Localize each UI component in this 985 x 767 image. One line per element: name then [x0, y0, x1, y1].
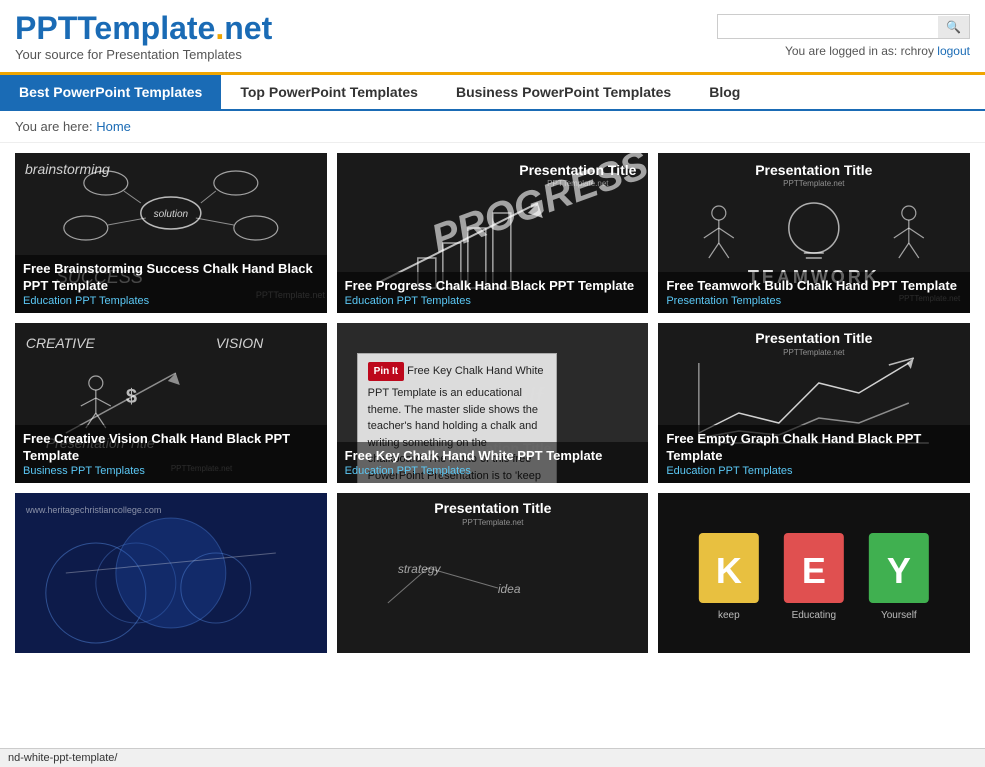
- card-9[interactable]: K E Y keep Educating Yourself: [658, 493, 970, 653]
- card-7[interactable]: www.heritagechristiancollege.com: [15, 493, 327, 653]
- svg-text:Educating: Educating: [792, 610, 836, 621]
- card-3-overlay: Free Teamwork Bulb Chalk Hand PPT Templa…: [658, 272, 970, 313]
- card-2-category: Education PPT Templates: [345, 295, 641, 307]
- card-3[interactable]: Presentation Title PPTTemplate.net: [658, 153, 970, 313]
- logo-text: PPTTemplate.net: [15, 10, 272, 46]
- header-right: 🔍 You are logged in as: rchroy logout: [717, 14, 970, 58]
- card-1-category: Education PPT Templates: [23, 295, 319, 307]
- template-grid: brainstorming solution SUCCESS PPTTempla…: [0, 143, 985, 663]
- svg-text:Presentation Title: Presentation Title: [756, 330, 873, 346]
- card-3-category: Presentation Templates: [666, 295, 962, 307]
- logo-area: PPTTemplate.net Your source for Presenta…: [15, 10, 272, 62]
- logo-dot: .: [215, 10, 224, 46]
- card-4-category: Business PPT Templates: [23, 465, 319, 477]
- svg-text:Yourself: Yourself: [881, 610, 917, 621]
- card-1-title: Free Brainstorming Success Chalk Hand Bl…: [23, 261, 319, 295]
- card-6-title: Free Empty Graph Chalk Hand Black PPT Te…: [666, 431, 962, 465]
- header: PPTTemplate.net Your source for Presenta…: [0, 0, 985, 75]
- nav: Best PowerPoint Templates Top PowerPoint…: [0, 75, 985, 111]
- svg-text:K: K: [716, 550, 742, 591]
- card-2-overlay: Free Progress Chalk Hand Black PPT Templ…: [337, 272, 649, 313]
- breadcrumb-home[interactable]: Home: [96, 119, 131, 134]
- nav-best-ppt[interactable]: Best PowerPoint Templates: [0, 75, 221, 109]
- svg-text:CREATIVE: CREATIVE: [26, 335, 96, 351]
- card-6-overlay: Free Empty Graph Chalk Hand Black PPT Te…: [658, 425, 970, 483]
- card-5-title: Free Key Chalk Hand White PPT Template: [345, 448, 641, 465]
- logo-template: Template: [77, 10, 215, 46]
- card-1-overlay: Free Brainstorming Success Chalk Hand Bl…: [15, 255, 327, 313]
- card-3-title: Free Teamwork Bulb Chalk Hand PPT Templa…: [666, 278, 962, 295]
- svg-text:Presentation Title: Presentation Title: [756, 162, 873, 178]
- login-info: You are logged in as: rchroy logout: [717, 44, 970, 58]
- card-1[interactable]: brainstorming solution SUCCESS PPTTempla…: [15, 153, 327, 313]
- card-2[interactable]: Presentation Title PPTTemplate.net PROGR…: [337, 153, 649, 313]
- card-5-category: Education PPT Templates: [345, 465, 641, 477]
- svg-text:solution: solution: [154, 209, 189, 220]
- card-4-overlay: Free Creative Vision Chalk Hand Black PP…: [15, 425, 327, 483]
- card-2-title: Free Progress Chalk Hand Black PPT Templ…: [345, 278, 641, 295]
- nav-business-ppt[interactable]: Business PowerPoint Templates: [437, 75, 690, 109]
- svg-text:PPTTemplate.net: PPTTemplate.net: [783, 348, 845, 357]
- nav-top-ppt[interactable]: Top PowerPoint Templates: [221, 75, 437, 109]
- status-url: nd-white-ppt-template/: [8, 752, 117, 764]
- card-4[interactable]: CREATIVE VISION $ Presentation Title PPT…: [15, 323, 327, 483]
- card-4-title: Free Creative Vision Chalk Hand Black PP…: [23, 431, 319, 465]
- card-5-overlay: Free Key Chalk Hand White PPT Template E…: [337, 442, 649, 483]
- card-6-category: Education PPT Templates: [666, 465, 962, 477]
- card-5[interactable]: yourself Presentation Title PPTTemplate.…: [337, 323, 649, 483]
- svg-text:idea: idea: [497, 582, 520, 596]
- logo-ppt: PPT: [15, 10, 77, 46]
- statusbar: nd-white-ppt-template/: [0, 748, 985, 767]
- svg-text:PPTTemplate.net: PPTTemplate.net: [783, 179, 845, 188]
- search-input[interactable]: [718, 15, 938, 38]
- svg-text:strategy: strategy: [397, 562, 441, 576]
- logout-link[interactable]: logout: [937, 44, 970, 58]
- svg-text:Y: Y: [887, 550, 911, 591]
- card-6[interactable]: Presentation Title PPTTemplate.net Free …: [658, 323, 970, 483]
- svg-text:E: E: [802, 550, 826, 591]
- logo[interactable]: PPTTemplate.net: [15, 10, 272, 47]
- card-8[interactable]: Presentation Title PPTTemplate.net strat…: [337, 493, 649, 653]
- login-text: You are logged in as: rchroy: [785, 44, 934, 58]
- breadcrumb: You are here: Home: [0, 111, 985, 143]
- svg-text:Presentation Title: Presentation Title: [434, 500, 551, 516]
- breadcrumb-prefix: You are here:: [15, 119, 96, 134]
- svg-text:keep: keep: [718, 610, 740, 621]
- search-button[interactable]: 🔍: [938, 16, 969, 38]
- svg-text:VISION: VISION: [216, 335, 264, 351]
- tagline: Your source for Presentation Templates: [15, 47, 272, 62]
- search-box: 🔍: [717, 14, 970, 39]
- logo-net: net: [224, 10, 272, 46]
- svg-text:PPTTemplate.net: PPTTemplate.net: [462, 518, 524, 527]
- nav-blog[interactable]: Blog: [690, 75, 759, 109]
- pin-badge[interactable]: Pin It: [368, 362, 404, 381]
- svg-text:www.heritagechristiancollege.c: www.heritagechristiancollege.com: [25, 505, 162, 515]
